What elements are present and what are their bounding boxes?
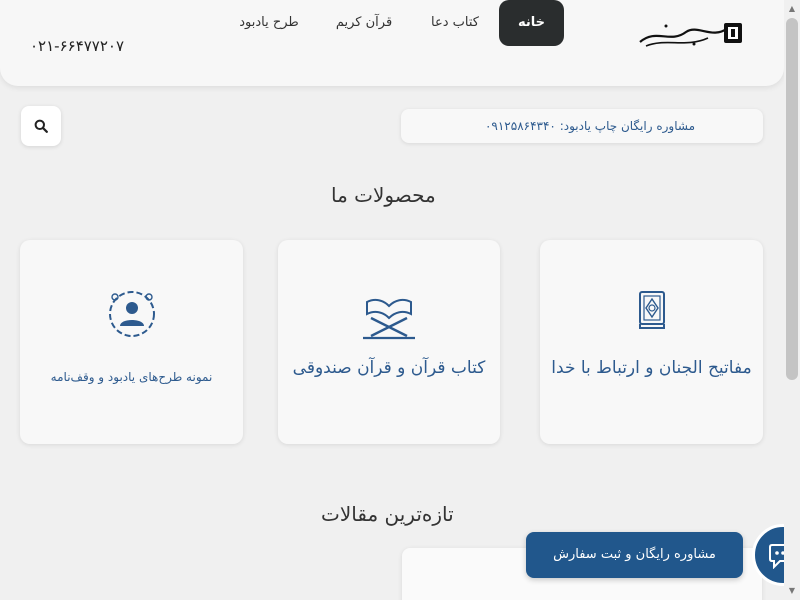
site-logo[interactable]	[636, 20, 746, 50]
product-label: کتاب قرآن و قرآن صندوقی	[292, 358, 486, 378]
page: ۰۲۱-۶۶۴۷۷۲۰۷ طرح یادبود قرآن کریم کتاب د…	[0, 0, 784, 600]
products-title: محصولات ما	[331, 183, 436, 207]
nav-holy-quran[interactable]: قرآن کریم	[326, 0, 402, 46]
site-header: ۰۲۱-۶۶۴۷۷۲۰۷ طرح یادبود قرآن کریم کتاب د…	[0, 0, 784, 86]
product-label: مفاتیح الجنان و ارتباط با خدا	[551, 358, 752, 378]
scroll-up-arrow[interactable]: ▲	[786, 3, 798, 15]
book-icon	[638, 291, 665, 329]
nav-memorial-design[interactable]: طرح یادبود	[223, 0, 315, 46]
scroll-down-arrow[interactable]: ▼	[786, 585, 798, 597]
product-card-memorial[interactable]: نمونه طرح‌های یادبود و وقف‌نامه	[20, 240, 243, 444]
phone-number[interactable]: ۰۲۱-۶۶۴۷۷۲۰۷	[30, 37, 124, 55]
quran-stand-icon	[363, 298, 415, 340]
product-card-mafatih[interactable]: مفاتیح الجنان و ارتباط با خدا	[540, 240, 763, 444]
user-wreath-icon	[108, 291, 155, 337]
consult-phone-bar[interactable]: مشاوره رایگان چاپ یادبود: ۰۹۱۲۵۸۶۴۳۴۰	[401, 109, 763, 143]
search-icon	[34, 119, 48, 133]
scrollbar-thumb[interactable]	[786, 18, 798, 380]
articles-title: تازه‌ترین مقالات	[321, 502, 454, 526]
product-card-quran[interactable]: کتاب قرآن و قرآن صندوقی	[278, 240, 500, 444]
free-consult-order-button[interactable]: مشاوره رایگان و ثبت سفارش	[526, 532, 743, 578]
nav-prayer-book[interactable]: کتاب دعا	[418, 0, 492, 46]
product-label: نمونه طرح‌های یادبود و وقف‌نامه	[50, 370, 213, 384]
search-button[interactable]	[21, 106, 61, 146]
nav-home[interactable]: خانه	[499, 0, 564, 46]
